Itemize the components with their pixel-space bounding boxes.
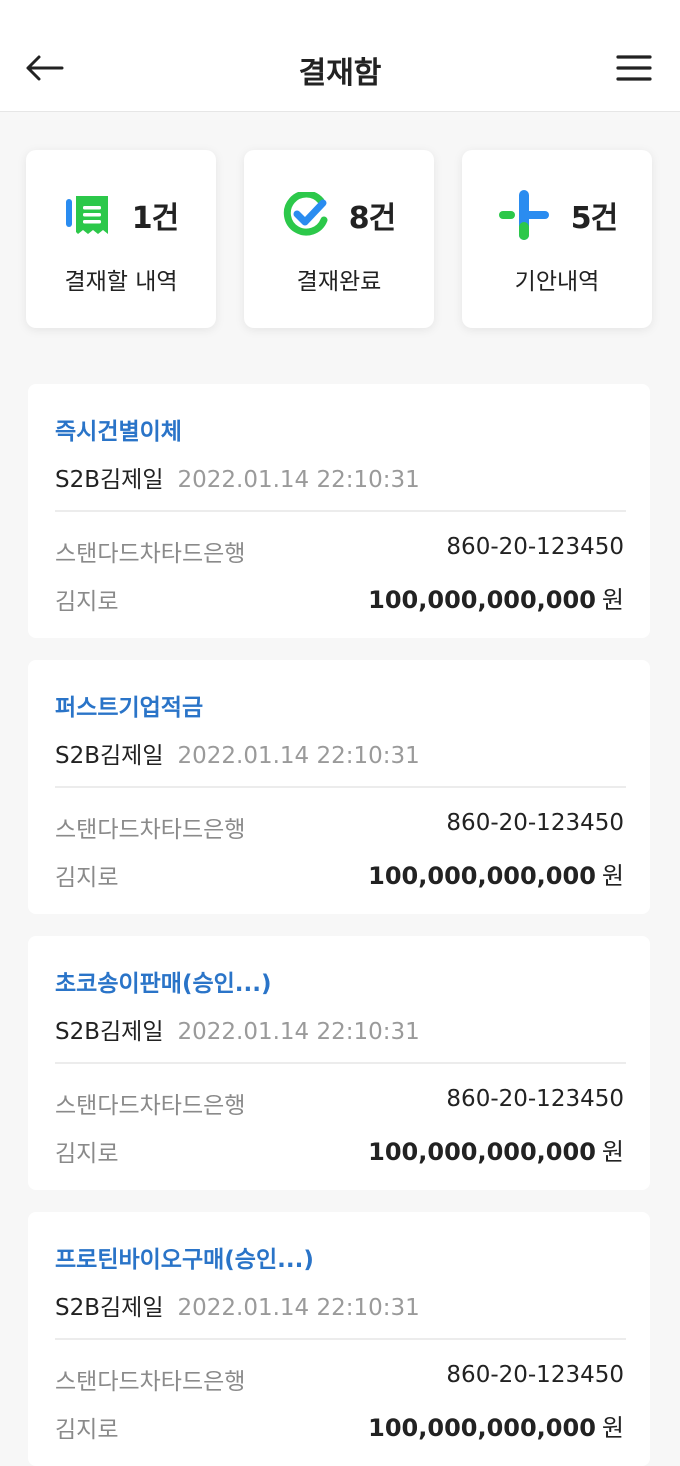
amount-value: 100,000,000,000 — [368, 862, 596, 890]
transaction-card[interactable]: 프로틴바이오구매(승인...) S2B김제일 2022.01.14 22:10:3… — [28, 1212, 650, 1466]
requester-name: S2B김제일 — [55, 467, 164, 493]
stat-card-drafts[interactable]: 5건 기안내역 — [462, 150, 652, 328]
pending-label: 결재할 내역 — [64, 269, 178, 295]
bank-name: 스탠다드차타드은행 — [55, 1093, 246, 1119]
amount-value: 100,000,000,000 — [368, 1138, 596, 1166]
requester-name: S2B김제일 — [55, 1295, 164, 1321]
hamburger-menu-icon — [616, 55, 652, 81]
amount-value: 100,000,000,000 — [368, 1414, 596, 1442]
amount-value: 100,000,000,000 — [368, 586, 596, 614]
transaction-title: 퍼스트기업적금 — [55, 695, 204, 721]
transaction-amount: 100,000,000,000 원 — [368, 580, 624, 615]
recipient-name: 김지로 — [55, 1141, 119, 1167]
summary-cards: 1건 결재할 내역 8건 결재완료 5건 기안내역 — [26, 150, 654, 328]
transaction-datetime: 2022.01.14 22:10:31 — [177, 743, 420, 769]
menu-button[interactable] — [614, 48, 654, 88]
pending-count: 1건 — [131, 201, 179, 236]
account-number: 860-20-123450 — [446, 810, 624, 836]
divider — [55, 1062, 626, 1064]
app-header: 결재함 — [0, 0, 680, 112]
transaction-title: 초코송이판매(승인...) — [55, 971, 272, 997]
amount-unit: 원 — [601, 586, 624, 614]
bank-name: 스탠다드차타드은행 — [55, 817, 246, 843]
amount-unit: 원 — [601, 1138, 624, 1166]
amount-unit: 원 — [601, 1414, 624, 1442]
stat-card-completed[interactable]: 8건 결재완료 — [244, 150, 434, 328]
recipient-name: 김지로 — [55, 1417, 119, 1443]
bank-name: 스탠다드차타드은행 — [55, 541, 246, 567]
transaction-amount: 100,000,000,000 원 — [368, 856, 624, 891]
document-list-icon — [65, 196, 108, 234]
transaction-card[interactable]: 초코송이판매(승인...) S2B김제일 2022.01.14 22:10:31 … — [28, 936, 650, 1190]
page-title: 결재함 — [298, 56, 382, 91]
transaction-amount: 100,000,000,000 원 — [368, 1408, 624, 1443]
divider — [55, 1338, 626, 1340]
transaction-meta: S2B김제일 2022.01.14 22:10:31 — [55, 1012, 420, 1046]
transaction-amount: 100,000,000,000 원 — [368, 1132, 624, 1167]
drafts-label: 기안내역 — [514, 269, 600, 295]
transaction-meta: S2B김제일 2022.01.14 22:10:31 — [55, 736, 420, 770]
plus-icon — [498, 190, 549, 240]
drafts-count: 5건 — [570, 201, 618, 236]
transaction-title: 프로틴바이오구매(승인...) — [55, 1247, 314, 1273]
transaction-datetime: 2022.01.14 22:10:31 — [177, 1019, 420, 1045]
stat-card-pending[interactable]: 1건 결재할 내역 — [26, 150, 216, 328]
recipient-name: 김지로 — [55, 865, 119, 891]
transaction-card[interactable]: 퍼스트기업적금 S2B김제일 2022.01.14 22:10:31 스탠다드차타… — [28, 660, 650, 914]
transaction-meta: S2B김제일 2022.01.14 22:10:31 — [55, 1288, 420, 1322]
transaction-card[interactable]: 즉시건별이체 S2B김제일 2022.01.14 22:10:31 스탠다드차타드… — [28, 384, 650, 638]
transaction-title: 즉시건별이체 — [55, 419, 182, 445]
recipient-name: 김지로 — [55, 589, 119, 615]
amount-unit: 원 — [601, 862, 624, 890]
requester-name: S2B김제일 — [55, 743, 164, 769]
divider — [55, 510, 626, 512]
completed-count: 8건 — [348, 201, 396, 236]
completed-label: 결재완료 — [296, 269, 382, 295]
bank-name: 스탠다드차타드은행 — [55, 1369, 246, 1395]
requester-name: S2B김제일 — [55, 1019, 164, 1045]
account-number: 860-20-123450 — [446, 534, 624, 560]
divider — [55, 786, 626, 788]
transaction-datetime: 2022.01.14 22:10:31 — [177, 467, 420, 493]
check-circle-icon — [283, 192, 328, 236]
account-number: 860-20-123450 — [446, 1362, 624, 1388]
transaction-meta: S2B김제일 2022.01.14 22:10:31 — [55, 460, 420, 494]
transaction-datetime: 2022.01.14 22:10:31 — [177, 1295, 420, 1321]
account-number: 860-20-123450 — [446, 1086, 624, 1112]
